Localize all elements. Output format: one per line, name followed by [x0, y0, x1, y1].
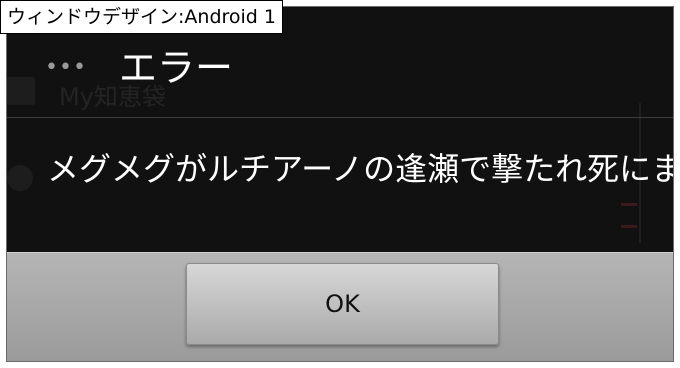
dialog-message: メグメグがルチアーノの逢瀬で撃たれ死にま	[47, 150, 674, 188]
overflow-dots-icon: •••	[45, 55, 87, 80]
ok-button[interactable]: OK	[186, 263, 499, 345]
gear-icon	[7, 165, 33, 191]
background-marker	[621, 225, 637, 228]
background-marker	[621, 203, 637, 206]
dialog-button-bar: OK	[7, 252, 673, 361]
header-divider	[7, 117, 673, 118]
android-dialog-window: My知恵袋 ••• エラー メグメグがルチアーノの逢瀬で撃たれ死にま OK	[6, 6, 674, 362]
window-design-caption: ウィンドウデザイン:Android 1	[0, 0, 283, 34]
dialog-title: エラー	[119, 46, 234, 90]
